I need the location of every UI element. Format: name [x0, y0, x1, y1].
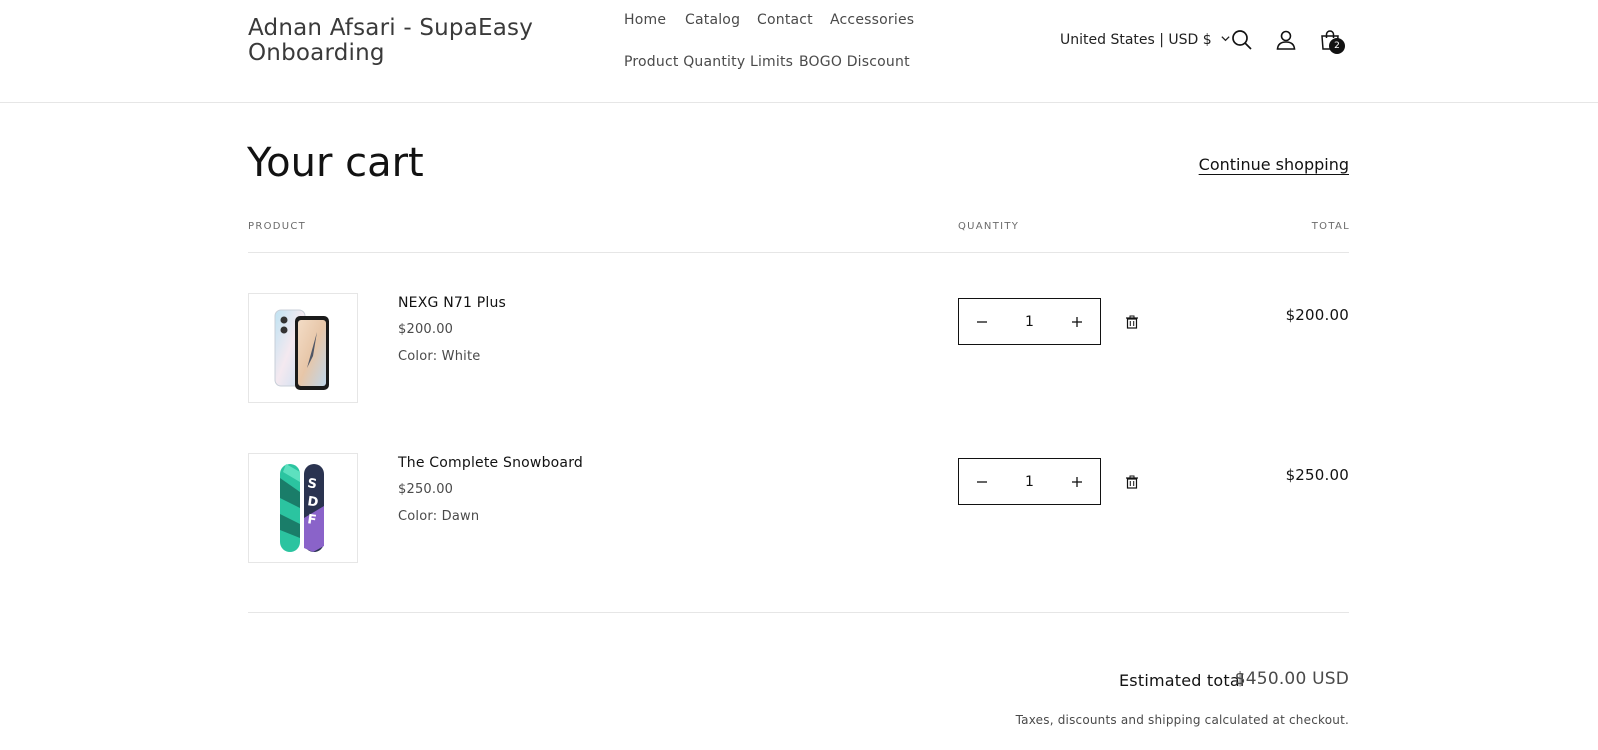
- nav-accessories[interactable]: Accessories: [830, 12, 914, 28]
- quantity-stepper: [958, 298, 1101, 345]
- header-divider: [248, 252, 1349, 253]
- product-name[interactable]: NEXG N71 Plus: [398, 295, 506, 311]
- nav-home[interactable]: Home: [624, 12, 666, 28]
- country-selector-label: United States | USD $: [1060, 32, 1212, 48]
- nav-product-quantity-limits[interactable]: Product Quantity Limits: [624, 54, 793, 70]
- trash-icon: [1126, 315, 1138, 329]
- decrease-quantity-button[interactable]: [959, 299, 1005, 344]
- nav-bogo-discount[interactable]: BOGO Discount: [799, 54, 910, 70]
- remove-item-button[interactable]: [1121, 471, 1143, 493]
- product-unit-price: $200.00: [398, 322, 454, 337]
- product-image-phone[interactable]: [248, 293, 358, 403]
- decrease-quantity-button[interactable]: [959, 459, 1005, 504]
- tax-note: Taxes, discounts and shipping calculated…: [1015, 713, 1349, 727]
- country-selector[interactable]: United States | USD $: [1060, 32, 1231, 48]
- page-title: Your cart: [247, 140, 424, 186]
- trash-icon: [1126, 475, 1138, 489]
- minus-icon: [977, 320, 987, 323]
- product-variant: Color: Dawn: [398, 509, 479, 524]
- increase-quantity-button[interactable]: [1054, 299, 1100, 344]
- line-total: $200.00: [1285, 306, 1349, 324]
- cart-item: S D F The Complete Snowboard $250.00 Col…: [248, 453, 1349, 565]
- account-icon[interactable]: [1272, 26, 1300, 54]
- product-name[interactable]: The Complete Snowboard: [398, 455, 583, 471]
- continue-shopping-link[interactable]: Continue shopping: [1199, 155, 1349, 174]
- items-divider: [248, 612, 1349, 613]
- estimated-total-value: $450.00 USD: [1234, 669, 1349, 689]
- store-logo[interactable]: Adnan Afsari - SupaEasy Onboarding: [248, 16, 538, 66]
- estimated-total-label: Estimated total: [1119, 671, 1245, 690]
- line-total: $250.00: [1285, 466, 1349, 484]
- plus-icon: [1072, 476, 1082, 487]
- site-header: Adnan Afsari - SupaEasy Onboarding Home …: [0, 0, 1598, 103]
- search-icon[interactable]: [1228, 26, 1256, 54]
- nav-catalog[interactable]: Catalog: [685, 12, 740, 28]
- plus-icon: [1072, 316, 1082, 327]
- increase-quantity-button[interactable]: [1054, 459, 1100, 504]
- product-variant: Color: White: [398, 349, 480, 364]
- cart-item: NEXG N71 Plus $200.00 Color: White $200.…: [248, 293, 1349, 405]
- product-unit-price: $250.00: [398, 482, 454, 497]
- column-header-total: TOTAL: [1311, 221, 1350, 232]
- remove-item-button[interactable]: [1121, 311, 1143, 333]
- variant-value: Dawn: [441, 509, 480, 524]
- variant-value: White: [441, 349, 481, 364]
- column-header-quantity: QUANTITY: [958, 221, 1020, 232]
- cart-count-badge: 2: [1329, 38, 1345, 54]
- variant-label: Color:: [398, 509, 438, 524]
- quantity-stepper: [958, 458, 1101, 505]
- nav-contact[interactable]: Contact: [757, 12, 813, 28]
- quantity-input[interactable]: [1005, 313, 1054, 330]
- quantity-input[interactable]: [1005, 473, 1054, 490]
- variant-label: Color:: [398, 349, 438, 364]
- minus-icon: [977, 480, 987, 483]
- product-image-snowboard[interactable]: S D F: [248, 453, 358, 563]
- column-header-product: PRODUCT: [248, 221, 307, 232]
